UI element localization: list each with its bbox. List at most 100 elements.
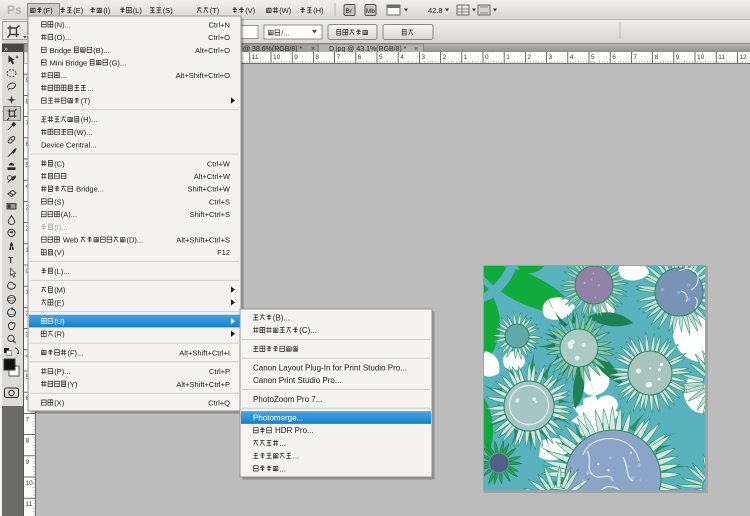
svg-text:7: 7 bbox=[337, 54, 341, 61]
svg-text:Photomerge...: Photomerge... bbox=[253, 414, 303, 423]
svg-text:3: 3 bbox=[549, 54, 553, 61]
svg-text:4: 4 bbox=[400, 54, 404, 61]
svg-text:9: 9 bbox=[294, 54, 298, 61]
svg-text:(N)...: (N)... bbox=[54, 20, 71, 29]
svg-text:Canon Print Studio Pro...: Canon Print Studio Pro... bbox=[253, 376, 342, 385]
svg-text:Alt+Ctrl+W: Alt+Ctrl+W bbox=[194, 172, 231, 181]
svg-text:4: 4 bbox=[570, 54, 574, 61]
svg-text:(T): (T) bbox=[210, 6, 220, 15]
svg-text:Br: Br bbox=[346, 8, 353, 15]
svg-text:Ctrl+O: Ctrl+O bbox=[208, 33, 230, 42]
svg-text:6: 6 bbox=[612, 54, 616, 61]
svg-text:5: 5 bbox=[379, 54, 383, 61]
svg-text:7: 7 bbox=[633, 54, 637, 61]
svg-text:6: 6 bbox=[358, 54, 362, 61]
svg-text:×: × bbox=[311, 46, 315, 53]
svg-text:(Y): (Y) bbox=[67, 380, 78, 389]
svg-text:8: 8 bbox=[26, 438, 30, 445]
svg-text:Ctrl+W: Ctrl+W bbox=[207, 159, 231, 168]
svg-text:/...: /... bbox=[281, 29, 289, 38]
svg-text:(C): (C) bbox=[54, 159, 65, 168]
svg-text:2: 2 bbox=[443, 54, 447, 61]
svg-text:(H)...: (H)... bbox=[81, 115, 98, 124]
svg-text:Mini Bridge: Mini Bridge bbox=[48, 58, 90, 67]
svg-text:...: ... bbox=[61, 71, 67, 80]
svg-text:(L)...: (L)... bbox=[54, 267, 69, 276]
svg-text:Bridge: Bridge bbox=[48, 46, 74, 55]
svg-text:@ 38.6%(RGB/8) *: @ 38.6%(RGB/8) * bbox=[243, 46, 303, 53]
svg-text:Ctrl+S: Ctrl+S bbox=[209, 197, 230, 206]
svg-text:×: × bbox=[414, 46, 418, 53]
svg-text:Ctrl+Q: Ctrl+Q bbox=[208, 399, 230, 408]
svg-text:(V): (V) bbox=[245, 6, 256, 15]
svg-text:9: 9 bbox=[26, 459, 30, 466]
svg-text:(F)...: (F)... bbox=[67, 348, 83, 357]
svg-text:Bridge...: Bridge... bbox=[74, 185, 104, 194]
svg-text:(B)...: (B)... bbox=[273, 313, 290, 322]
svg-text:F12: F12 bbox=[217, 248, 230, 257]
svg-text:3: 3 bbox=[421, 54, 425, 61]
svg-text:T: T bbox=[8, 255, 14, 265]
svg-text:42.8: 42.8 bbox=[428, 6, 443, 15]
svg-text:11: 11 bbox=[26, 501, 33, 508]
svg-text:11: 11 bbox=[252, 54, 259, 61]
svg-text:(H): (H) bbox=[313, 6, 324, 15]
svg-text:(A)...: (A)... bbox=[61, 210, 77, 219]
svg-text:(P)...: (P)... bbox=[54, 367, 70, 376]
svg-text:10: 10 bbox=[26, 480, 34, 487]
svg-text:Ps: Ps bbox=[7, 3, 22, 17]
svg-text:(E): (E) bbox=[54, 298, 64, 307]
svg-text:Web: Web bbox=[61, 236, 80, 245]
svg-text:(W)...: (W)... bbox=[74, 128, 92, 137]
svg-text:7: 7 bbox=[26, 416, 30, 423]
svg-text:Alt+Shift+Ctrl+O: Alt+Shift+Ctrl+O bbox=[176, 71, 231, 80]
svg-text:(O)...: (O)... bbox=[54, 33, 71, 42]
svg-text:Canon Layout Plug-In for Print: Canon Layout Plug-In for Print Studio Pr… bbox=[253, 363, 407, 372]
svg-text:(B)...: (B)... bbox=[93, 46, 109, 55]
svg-text:(T): (T) bbox=[81, 97, 91, 106]
svg-text:5: 5 bbox=[591, 54, 595, 61]
svg-text:1: 1 bbox=[464, 54, 468, 61]
svg-text:Alt+Shift+Ctrl+P: Alt+Shift+Ctrl+P bbox=[176, 380, 230, 389]
svg-text:2: 2 bbox=[527, 54, 531, 61]
svg-text:9: 9 bbox=[676, 54, 680, 61]
svg-text:(L): (L) bbox=[133, 6, 143, 15]
svg-text:8: 8 bbox=[655, 54, 659, 61]
svg-text:...: ... bbox=[279, 439, 286, 448]
svg-text:11: 11 bbox=[718, 54, 725, 61]
svg-text:...: ... bbox=[87, 84, 93, 93]
svg-text:(M): (M) bbox=[54, 286, 66, 295]
svg-text:»: » bbox=[4, 46, 8, 53]
svg-text:(I): (I) bbox=[103, 6, 111, 15]
svg-text:(S): (S) bbox=[163, 6, 174, 15]
svg-text:Ctrl+N: Ctrl+N bbox=[209, 20, 230, 29]
svg-text:12: 12 bbox=[739, 54, 747, 61]
svg-text:Alt+Shift+Ctrl+I: Alt+Shift+Ctrl+I bbox=[179, 348, 230, 357]
svg-text:Ctrl+P: Ctrl+P bbox=[209, 367, 230, 376]
svg-text:(E): (E) bbox=[73, 6, 84, 15]
svg-text:(W): (W) bbox=[279, 6, 292, 15]
svg-text:10: 10 bbox=[273, 54, 281, 61]
svg-text:(I)...: (I)... bbox=[54, 223, 67, 232]
svg-text:(G)...: (G)... bbox=[109, 58, 126, 67]
svg-text:(S): (S) bbox=[54, 197, 64, 206]
svg-text:Alt+Shift+Ctrl+S: Alt+Shift+Ctrl+S bbox=[176, 236, 230, 245]
svg-text:Mb: Mb bbox=[366, 8, 375, 15]
svg-text:0: 0 bbox=[485, 54, 489, 61]
svg-text:D.jpg @ 43.1%(RGB/8) *: D.jpg @ 43.1%(RGB/8) * bbox=[329, 46, 407, 53]
svg-text:...: ... bbox=[293, 452, 300, 461]
svg-text:10: 10 bbox=[697, 54, 705, 61]
svg-text:1: 1 bbox=[506, 54, 510, 61]
svg-text:(C)...: (C)... bbox=[299, 326, 317, 335]
svg-text:(V): (V) bbox=[54, 248, 64, 257]
svg-text:(X): (X) bbox=[54, 399, 64, 408]
svg-text:PhotoZoom Pro 7...: PhotoZoom Pro 7... bbox=[253, 395, 322, 404]
svg-text:Alt+Ctrl+O: Alt+Ctrl+O bbox=[195, 46, 230, 55]
svg-text:(F): (F) bbox=[43, 6, 53, 15]
svg-text:Device Central...: Device Central... bbox=[41, 141, 96, 150]
svg-text:HDR Pro...: HDR Pro... bbox=[273, 426, 314, 435]
svg-text:(D)...: (D)... bbox=[127, 236, 144, 245]
svg-text:8: 8 bbox=[315, 54, 319, 61]
svg-text:(R): (R) bbox=[54, 330, 65, 339]
svg-text:Shift+Ctrl+S: Shift+Ctrl+S bbox=[190, 210, 230, 219]
